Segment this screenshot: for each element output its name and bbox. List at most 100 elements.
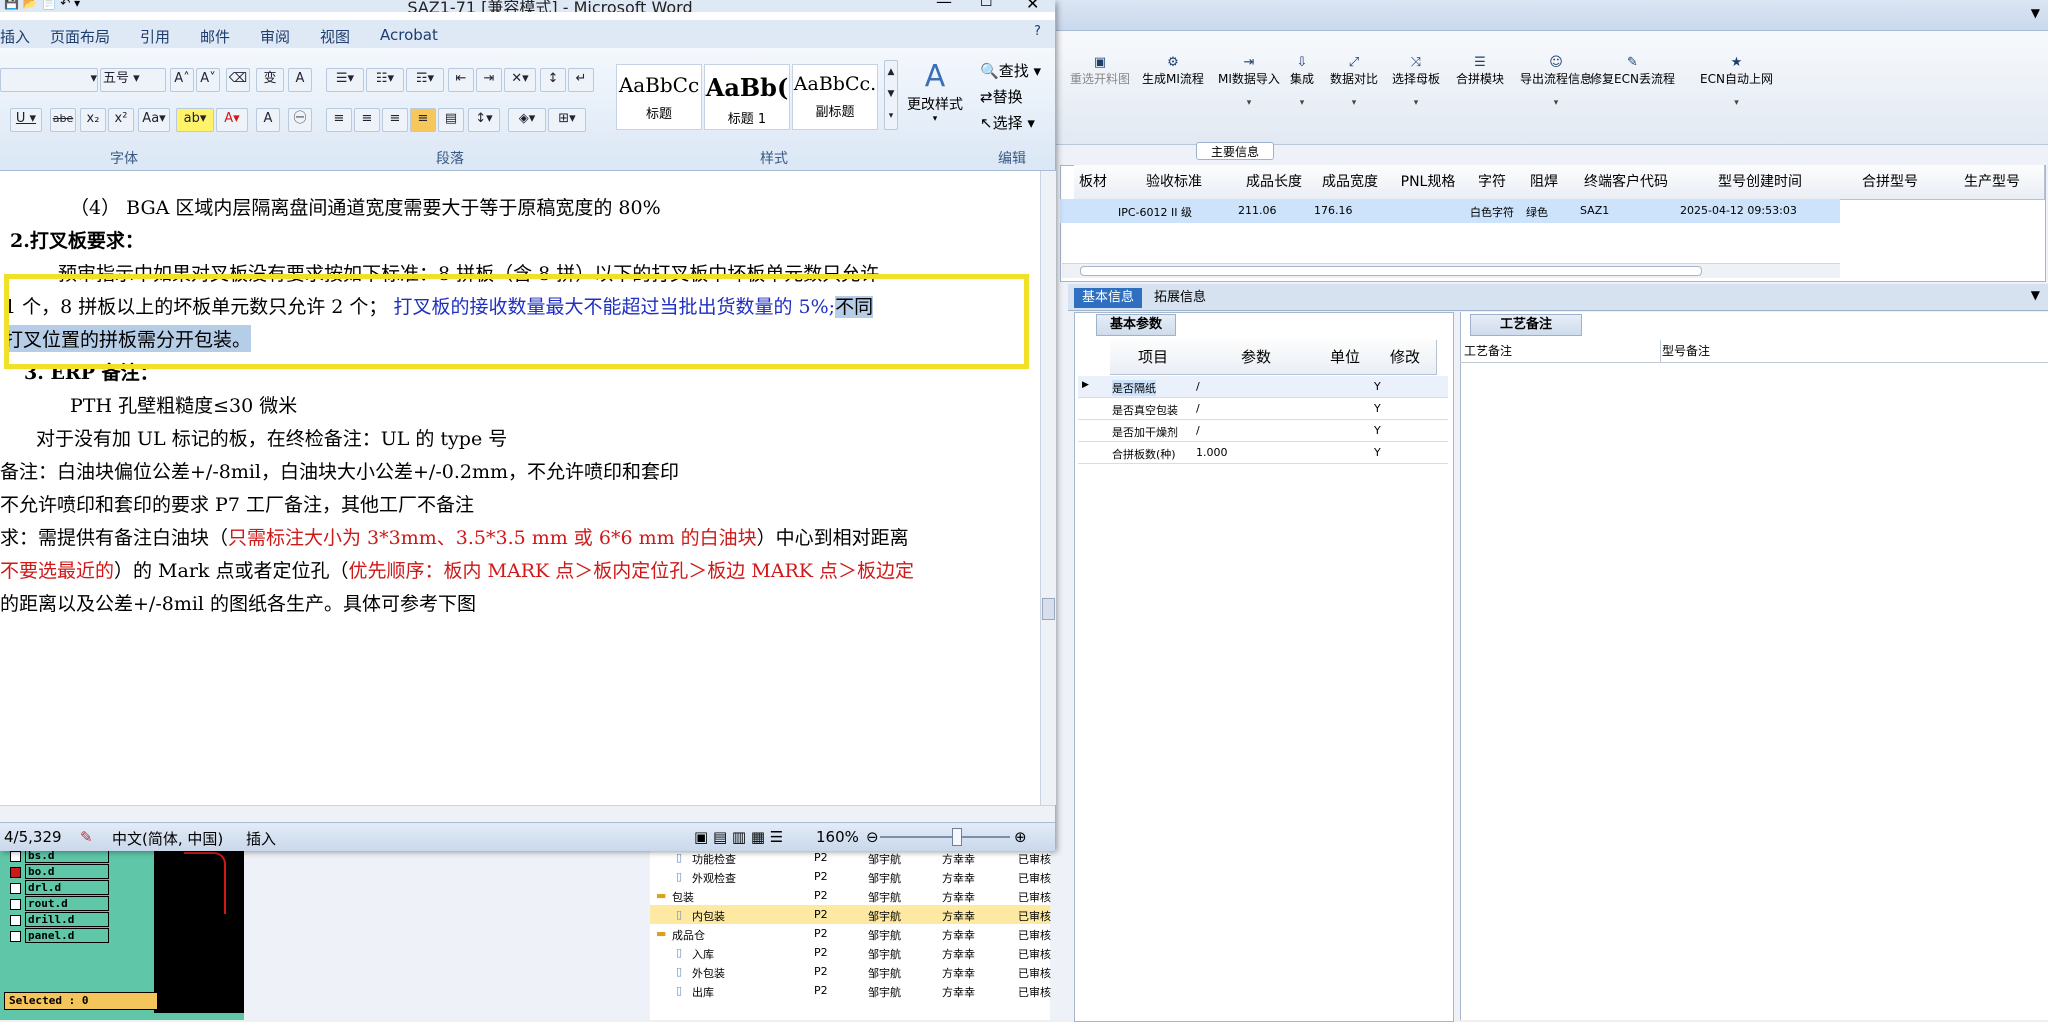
show-marks-icon[interactable]: ↵ xyxy=(568,68,594,92)
cam-layer-checkbox[interactable] xyxy=(10,930,21,942)
tab-acrobat[interactable]: Acrobat xyxy=(380,26,438,44)
basic-header-3[interactable]: 修改 xyxy=(1374,340,1437,375)
numbering-icon[interactable]: ☷▾ xyxy=(366,68,404,92)
shading-icon[interactable]: ◈▾ xyxy=(508,108,546,132)
toolbar-button-5[interactable]: ⤨ 选择母板 ▾ xyxy=(1392,56,1440,110)
cam-layer-checkbox[interactable] xyxy=(10,882,21,894)
enclose-char-icon[interactable]: ㊀ xyxy=(288,108,312,132)
style-0[interactable]: AaBbCc 标题 xyxy=(616,64,702,130)
grid-header-7[interactable]: 终端客户代码 xyxy=(1572,165,1681,200)
document-horizontal-scrollbar[interactable] xyxy=(0,805,1055,822)
font-size-dropdown[interactable]: 五号 ▾ xyxy=(100,68,166,92)
tab-basic-info[interactable]: 基本信息 xyxy=(1074,288,1143,308)
toolbar-dropdown-5[interactable]: ▾ xyxy=(1392,96,1440,110)
replace-button[interactable]: ⇄替换 xyxy=(980,84,1050,110)
subscript-icon[interactable]: x₂ xyxy=(80,108,106,132)
grid-header-2[interactable]: 成品长度 xyxy=(1236,165,1313,200)
grid-header-3[interactable]: 成品宽度 xyxy=(1312,165,1389,200)
document-body[interactable]: （4） BGA 区域内层隔离盘间通道宽度需要大于等于原稿宽度的 80% 2.打叉… xyxy=(0,171,1040,805)
toolbar-dropdown-4[interactable]: ▾ xyxy=(1330,96,1378,110)
quick-access-icons[interactable]: 💾 📂 📄 ↶ ▾ xyxy=(4,0,80,10)
phonetic-icon[interactable]: 变 xyxy=(256,68,284,92)
sort-icon[interactable]: ↕ xyxy=(540,68,566,92)
zoom-slider-thumb[interactable] xyxy=(952,828,962,846)
cam-layer-checkbox[interactable] xyxy=(10,898,21,910)
select-button[interactable]: ↖选择 ▾ xyxy=(980,110,1050,136)
cam-layer-row[interactable]: drl.d xyxy=(10,880,109,895)
tab-dropdown-icon[interactable]: ▼ xyxy=(2031,288,2040,302)
cam-layer-row[interactable]: rout.d xyxy=(10,896,109,911)
align-right-icon[interactable]: ≡ xyxy=(382,108,408,132)
increase-indent-icon[interactable]: ⇥ xyxy=(476,68,502,92)
borders-icon[interactable]: ⊞▾ xyxy=(548,108,586,132)
toolbar-button-8[interactable]: ✎ 修复ECN丢流程 xyxy=(1590,56,1675,87)
close-icon[interactable]: ✕ xyxy=(1026,0,1039,12)
highlight-color-icon[interactable]: ab▾ xyxy=(176,108,214,132)
bullets-icon[interactable]: ☰▾ xyxy=(326,68,364,92)
decrease-indent-icon[interactable]: ⇤ xyxy=(448,68,474,92)
align-left-icon[interactable]: ≡ xyxy=(326,108,352,132)
tab-insert[interactable]: 插入 xyxy=(0,26,30,47)
cam-layer-checkbox[interactable] xyxy=(10,914,21,926)
char-shading-icon[interactable]: A xyxy=(256,108,280,132)
cam-layer-checkbox[interactable] xyxy=(10,866,21,878)
cam-layer-row[interactable]: bo.d xyxy=(10,864,109,879)
document-vertical-scrollbar[interactable] xyxy=(1040,171,1056,805)
grow-font-icon[interactable]: A˄ xyxy=(170,68,194,92)
tab-references[interactable]: 引用 xyxy=(140,26,170,47)
style-1[interactable]: AaBb(标题 1 xyxy=(704,64,790,130)
change-case-icon[interactable]: Aa▾ xyxy=(138,108,170,132)
help-icon[interactable]: ? xyxy=(1034,24,1041,39)
style-gallery-scroll[interactable]: ▲ ▼ ▾ xyxy=(884,60,898,130)
grid-header-0[interactable]: 板材 xyxy=(1074,165,1113,200)
dropdown-icon[interactable]: ▼ xyxy=(2031,6,2040,20)
basic-param-row[interactable]: 是否隔纸 / Y ▶ xyxy=(1078,376,1448,398)
toolbar-button-0[interactable]: ▣ 重选开料图 xyxy=(1070,56,1130,87)
status-insert-mode[interactable]: 插入 xyxy=(246,828,276,849)
shrink-font-icon[interactable]: A˅ xyxy=(196,68,220,92)
tree-row[interactable]: ▯ 内包装 P2 邹宇航 方幸幸 已审核 xyxy=(650,905,1051,924)
chinese-layout-icon[interactable]: ✕▾ xyxy=(504,68,536,92)
toolbar-button-9[interactable]: ★ ECN自动上网 ▾ xyxy=(1700,56,1773,110)
clear-format-icon[interactable]: ⌫ xyxy=(226,68,250,92)
toolbar-dropdown-9[interactable]: ▾ xyxy=(1700,96,1773,110)
distributed-icon[interactable]: ▤ xyxy=(438,108,464,132)
tree-row[interactable]: ▬ 包装 P2 邹宇航 方幸幸 已审核 xyxy=(650,886,1051,905)
cam-layer-row[interactable]: panel.d xyxy=(10,928,109,943)
char-border-icon[interactable]: A xyxy=(288,68,312,92)
document-scroll-thumb[interactable] xyxy=(1042,598,1055,620)
tree-row[interactable]: ▯ 外包装 P2 邹宇航 方幸幸 已审核 xyxy=(650,962,1051,981)
grid-header-8[interactable]: 型号创建时间 xyxy=(1680,165,1841,200)
multilevel-list-icon[interactable]: ☶▾ xyxy=(406,68,444,92)
toolbar-dropdown-2[interactable]: ▾ xyxy=(1218,96,1280,110)
cam-canvas[interactable] xyxy=(154,848,244,1013)
cam-layer-checkbox[interactable] xyxy=(10,850,21,862)
tab-mailings[interactable]: 邮件 xyxy=(200,26,230,47)
basic-header-2[interactable]: 单位 xyxy=(1316,340,1375,375)
spell-check-icon[interactable]: ✎ xyxy=(80,828,93,846)
find-button[interactable]: 🔍查找 ▾ xyxy=(980,58,1050,84)
font-color-icon[interactable]: A▾ xyxy=(216,108,248,132)
grid-header-4[interactable]: PNL规格 xyxy=(1388,165,1469,200)
tree-row[interactable]: ▯ 入库 P2 邹宇航 方幸幸 已审核 xyxy=(650,943,1051,962)
tree-row[interactable]: ▬ 成品仓 P2 邹宇航 方幸幸 已审核 xyxy=(650,924,1051,943)
zoom-out-icon[interactable]: ⊖ xyxy=(866,828,879,846)
zoom-in-icon[interactable]: ⊕ xyxy=(1014,828,1027,846)
tab-extended-info[interactable]: 拓展信息 xyxy=(1146,288,1214,308)
strikethrough-icon[interactable]: abe xyxy=(50,108,76,132)
grid-scroll-thumb[interactable] xyxy=(1080,266,1702,276)
cam-layer-row[interactable]: drill.d xyxy=(10,912,109,927)
tree-row[interactable]: ▯ 出库 P2 邹宇航 方幸幸 已审核 xyxy=(650,981,1051,1000)
tab-view[interactable]: 视图 xyxy=(320,26,350,47)
toolbar-button-7[interactable]: ☺ 导出流程信息 ▾ xyxy=(1520,56,1592,110)
change-styles-button[interactable]: A 更改样式 ▾ xyxy=(902,60,968,125)
superscript-icon[interactable]: x² xyxy=(108,108,134,132)
line-spacing-icon[interactable]: ↕▾ xyxy=(468,108,500,132)
tree-row[interactable]: ▯ 外观检查 P2 邹宇航 方幸幸 已审核 xyxy=(650,867,1051,886)
zoom-slider[interactable] xyxy=(880,836,1010,838)
tab-review[interactable]: 审阅 xyxy=(260,26,290,47)
view-buttons[interactable]: ▣ ▤ ▥ ▦ ☰ xyxy=(694,828,783,846)
basic-param-row[interactable]: 是否真空包装 / Y xyxy=(1078,398,1448,420)
basic-header-1[interactable]: 参数 xyxy=(1196,340,1317,375)
grid-header-9[interactable]: 合拼型号 xyxy=(1840,165,1941,200)
